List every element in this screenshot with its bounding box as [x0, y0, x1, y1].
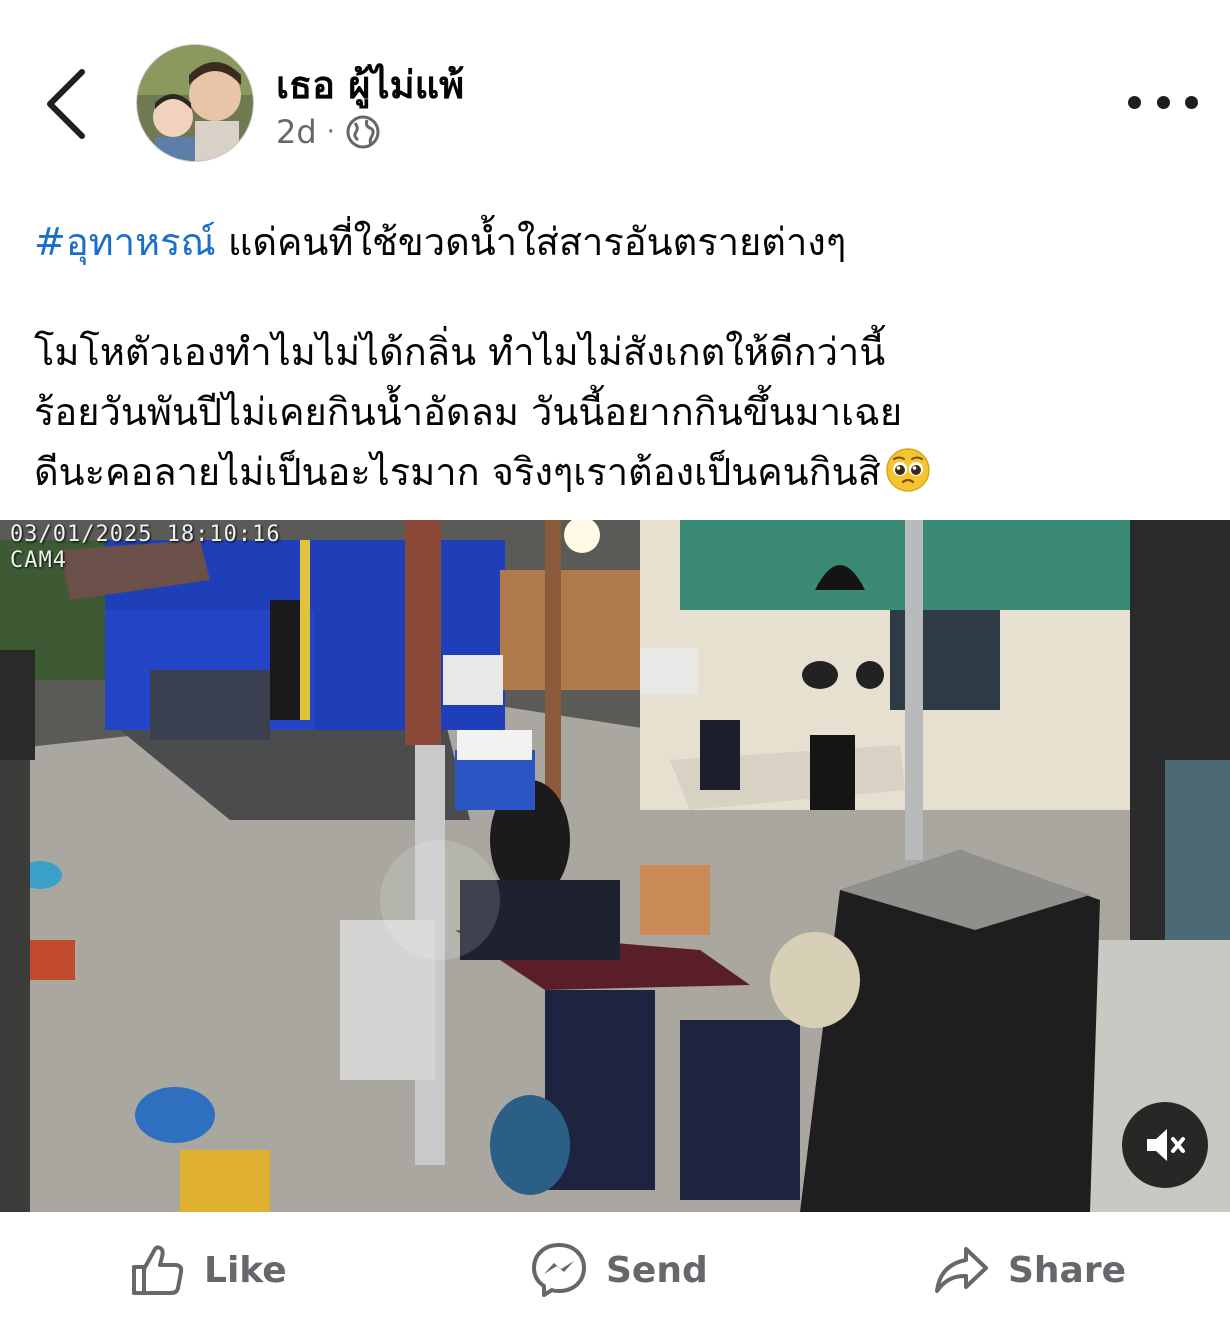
send-button[interactable]: Send [530, 1238, 708, 1302]
chevron-left-icon [47, 69, 85, 139]
more-options-button[interactable] [1128, 80, 1198, 124]
thumbs-up-icon [132, 1245, 184, 1295]
post-line-2: โมโหตัวเองทำไมไม่ได้กลิ่น ทำไมไม่สังเกตใ… [34, 330, 886, 374]
post-line-1: #อุทาหรณ์ แด่คนที่ใช้ขวดน้ำใส่สารอันตราย… [34, 212, 1204, 272]
post-header: เธอ ผู้ไม่แพ้ 2d · [0, 0, 1230, 190]
cctv-overlay: 03/01/2025 18:10:16 CAM4 [10, 522, 281, 574]
share-label: Share [1008, 1249, 1127, 1291]
more-dot [1128, 95, 1141, 109]
post-timestamp[interactable]: 2d [276, 113, 317, 151]
share-arrow-icon [935, 1247, 988, 1293]
author-name[interactable]: เธอ ผู้ไม่แพ้ [276, 54, 464, 115]
speaker-muted-icon [1147, 1129, 1185, 1161]
more-dot [1156, 95, 1170, 109]
post-action-bar: Like Send Share [0, 1212, 1230, 1332]
cctv-video-frame [0, 520, 1230, 1212]
post-line-3: ร้อยวันพันปีไม่เคยกินน้ำอัดลม วันนี้อยาก… [34, 390, 903, 434]
share-button[interactable]: Share [932, 1238, 1126, 1302]
mute-toggle-button[interactable] [1122, 1102, 1208, 1188]
back-button[interactable] [38, 64, 98, 144]
video-player[interactable]: 03/01/2025 18:10:16 CAM4 [0, 520, 1230, 1212]
post-line-1-text: แด่คนที่ใช้ขวดน้ำใส่สารอันตรายต่างๆ [215, 220, 847, 264]
author-avatar[interactable] [136, 44, 254, 162]
post-meta: 2d · [276, 110, 381, 154]
post-line-4-text: ดีนะคอลายไม่เป็นอะไรมาก จริงๆเราต้องเป็น… [34, 450, 881, 494]
globe-icon[interactable] [345, 114, 381, 150]
meta-separator: · [326, 117, 335, 147]
messenger-icon [532, 1243, 586, 1297]
post-text: #อุทาหรณ์ แด่คนที่ใช้ขวดน้ำใส่สารอันตราย… [34, 212, 1204, 502]
like-label: Like [204, 1249, 287, 1291]
cctv-camera-label: CAM4 [10, 548, 67, 573]
send-label: Send [606, 1249, 708, 1291]
cctv-timestamp: 03/01/2025 18:10:16 [10, 522, 281, 547]
post-line-4: ดีนะคอลายไม่เป็นอะไรมาก จริงๆเราต้องเป็น… [34, 442, 1204, 502]
hashtag-link[interactable]: #อุทาหรณ์ [34, 220, 216, 264]
pleading-face-emoji [886, 448, 930, 492]
like-button[interactable]: Like [128, 1238, 287, 1302]
more-dot [1185, 95, 1198, 109]
